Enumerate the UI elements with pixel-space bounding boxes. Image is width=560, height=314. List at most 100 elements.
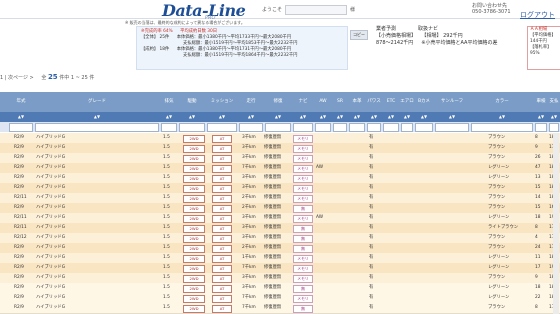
filter-select[interactable] <box>161 123 177 132</box>
sort-toggle[interactable]: ▲▼ <box>178 112 206 122</box>
sort-toggle[interactable]: ▲▼ <box>8 112 34 122</box>
sort-toggle[interactable]: ▲▼ <box>160 112 178 122</box>
filter-select[interactable] <box>265 123 291 132</box>
total-count: 【全体】 25件 <box>141 35 170 40</box>
filter-select[interactable] <box>367 123 381 132</box>
sort-toggle[interactable]: ▲▼ <box>470 112 534 122</box>
column-header[interactable]: SR <box>332 92 348 112</box>
table-row[interactable]: R2/9ハイブリッドG1.52WDAT3千km修復歴無無有レグリーン18183 <box>0 283 560 294</box>
filter-select[interactable] <box>349 123 365 132</box>
sort-toggle[interactable]: ▲▼ <box>534 112 548 122</box>
table-row[interactable]: R2/9 ハイブリッドG 1.5 2WD AT 7千km 修復歴無 メモリ AW 有 レグリーン 47… <box>0 163 560 174</box>
column-header[interactable]: グレード <box>34 92 160 112</box>
cell-drive: 2WD <box>183 144 205 153</box>
sort-toggle[interactable]: ▲▼ <box>348 112 366 122</box>
filter-select[interactable] <box>293 123 313 132</box>
cell-color: レグリーン <box>488 165 510 170</box>
table-row[interactable]: R2/9ハイブリッドG1.52WDAT3千km修復歴無メモリ有ブラウン8180 <box>0 133 560 144</box>
vertical-scrollbar[interactable] <box>553 133 559 314</box>
filter-select[interactable] <box>383 123 399 132</box>
column-header[interactable]: 走行 <box>238 92 264 112</box>
column-header[interactable]: Bカメ <box>414 92 434 112</box>
pred-h1: 業者予測 <box>376 26 397 32</box>
sort-toggle[interactable]: ▲▼ <box>206 112 238 122</box>
sort-toggle[interactable]: ▲▼ <box>238 112 264 122</box>
cell-transmission: AT <box>212 154 232 163</box>
sort-toggle[interactable]: ▲▼ <box>264 112 292 122</box>
table-row[interactable]: R2/9ハイブリッドG1.52WDAT3千km修復歴無メモリ有レグリーン1318… <box>0 173 560 184</box>
column-header[interactable]: 本革 <box>348 92 366 112</box>
sort-toggle[interactable]: ▲▼ <box>414 112 434 122</box>
table-row[interactable]: R2/9ハイブリッドG1.52WDAT3千km修復歴無メモリ有ブラウン26188 <box>0 153 560 164</box>
sort-toggle[interactable]: ▲▼ <box>314 112 332 122</box>
filter-select[interactable] <box>535 123 547 132</box>
completion-rate: ※完成的率 64% <box>141 29 173 34</box>
table-row[interactable]: R2/11ハイブリッドG1.52WDAT2千km修復歴無メモリ有ブラウン1418… <box>0 193 560 204</box>
column-header[interactable]: ミッション <box>206 92 238 112</box>
filter-select[interactable] <box>549 123 559 132</box>
sort-toggle[interactable]: ▲▼ <box>34 112 160 122</box>
sort-toggle[interactable]: ▲▼ <box>434 112 470 122</box>
sort-toggle[interactable]: ▲▼ <box>292 112 314 122</box>
column-header[interactable]: 駆動 <box>178 92 206 112</box>
filter-select[interactable] <box>207 123 237 132</box>
column-header[interactable]: 年式 <box>8 92 34 112</box>
filter-select[interactable] <box>471 123 533 132</box>
table-header: 年式グレード排気駆動ミッション走行修復ナビAWSR本革パワスラETCエアロBカメ… <box>0 92 560 124</box>
column-header[interactable]: 支払総額 <box>548 92 560 124</box>
filter-select[interactable] <box>333 123 347 132</box>
table-row[interactable]: R2/9ハイブリッドG1.52WDAT2千km修復歴無無有ブラウン15168 <box>0 203 560 214</box>
table-row[interactable]: R2/9ハイブリッドG1.52WDAT1千km修復歴無メモリ有レグリーン1118… <box>0 253 560 264</box>
filter-select[interactable] <box>239 123 263 132</box>
table-row[interactable]: R2/9ハイブリッドG1.52WDAT7千km修復歴無メモリ有レグリーン1719… <box>0 263 560 274</box>
filter-select[interactable] <box>401 123 413 132</box>
table-row[interactable]: R2/9ハイブリッドG1.52WDAT7千km修復歴無メモリ有レグリーン2218… <box>0 293 560 304</box>
column-header[interactable]: サンルーフ <box>434 92 470 112</box>
column-header[interactable]: カラー <box>470 92 534 112</box>
column-header[interactable]: ナビ <box>292 92 314 112</box>
table-row[interactable]: R2/9ハイブリッドG1.52WDAT3千km修復歴無メモリ有ブラウン9186 <box>0 273 560 284</box>
filter-select[interactable] <box>35 123 159 132</box>
column-header[interactable]: 修復 <box>264 92 292 112</box>
cell-transmission: AT <box>212 194 232 203</box>
cell-etc: 有 <box>369 205 374 210</box>
sort-toggle[interactable]: ▲▼ <box>548 112 560 122</box>
welcome-label: ようこそ <box>262 7 283 13</box>
cell-color: ブラウン <box>488 135 506 140</box>
table-row[interactable]: R2/11ハイブリッドG1.52WDAT3千km修復歴無無有ライトブラウン817… <box>0 223 560 234</box>
table-row[interactable]: R2/9ハイブリッドG1.52WDAT3千km修復歴無メモリ有ブラウン9179 <box>0 143 560 154</box>
column-header[interactable]: AW <box>314 92 332 112</box>
cell-aw <box>316 183 330 192</box>
table-row[interactable]: R2/12ハイブリッドG1.52WDAT3千km修復歴無無有ブラウン4172 <box>0 233 560 244</box>
column-header[interactable]: パワスラ <box>366 92 382 124</box>
cell-transmission: AT <box>212 144 232 153</box>
logout-link[interactable]: ログアウト <box>520 10 555 20</box>
cell-year: R2/9 <box>14 285 24 290</box>
table-row[interactable]: R2/9ハイブリッドG1.52WDAT3千km修復歴無メモリ有ブラウン15183 <box>0 183 560 194</box>
filter-select[interactable] <box>415 123 433 132</box>
column-header[interactable]: 車検 <box>534 92 548 112</box>
cell-navi: 無 <box>293 304 313 313</box>
cell-etc: 有 <box>369 185 374 190</box>
cell-displacement: 1.5 <box>163 245 170 250</box>
sort-toggle[interactable]: ▲▼ <box>382 112 400 122</box>
copy-button[interactable]: コピー <box>350 30 368 40</box>
cell-year: R2/9 <box>14 245 24 250</box>
table-row[interactable]: R2/11 ハイブリッドG 1.5 2WD AT 3千km 修復歴無 メモリ AW 有 レグリーン 1… <box>0 213 560 224</box>
filter-select[interactable] <box>179 123 205 132</box>
sort-toggle[interactable]: ▲▼ <box>400 112 414 122</box>
filter-select[interactable] <box>435 123 469 132</box>
prediction-panel: 業者予測 取扱ナビ 【小売価格相場】 【相場】 292千円 878〜2142千円 ※小… <box>376 26 497 47</box>
column-header[interactable]: 排気 <box>160 92 178 112</box>
filter-select[interactable] <box>315 123 331 132</box>
table-row[interactable]: R2/9ハイブリッドG1.52WDAT7千km修復歴無無有ブラウン8179 <box>0 303 560 314</box>
sort-toggle[interactable]: ▲▼ <box>366 112 382 122</box>
pager-prefix[interactable]: 1 | 次ページ > <box>0 75 34 81</box>
cell-displacement: 1.5 <box>163 175 170 180</box>
column-header[interactable]: エアロ <box>400 92 414 112</box>
sort-toggle[interactable]: ▲▼ <box>332 112 348 122</box>
column-header[interactable]: ETC <box>382 92 400 112</box>
filter-select[interactable] <box>9 123 33 132</box>
cell-aw <box>316 193 330 202</box>
table-row[interactable]: R2/9ハイブリッドG1.52WDAT2千km修復歴無無有ブラウン24178 <box>0 243 560 254</box>
